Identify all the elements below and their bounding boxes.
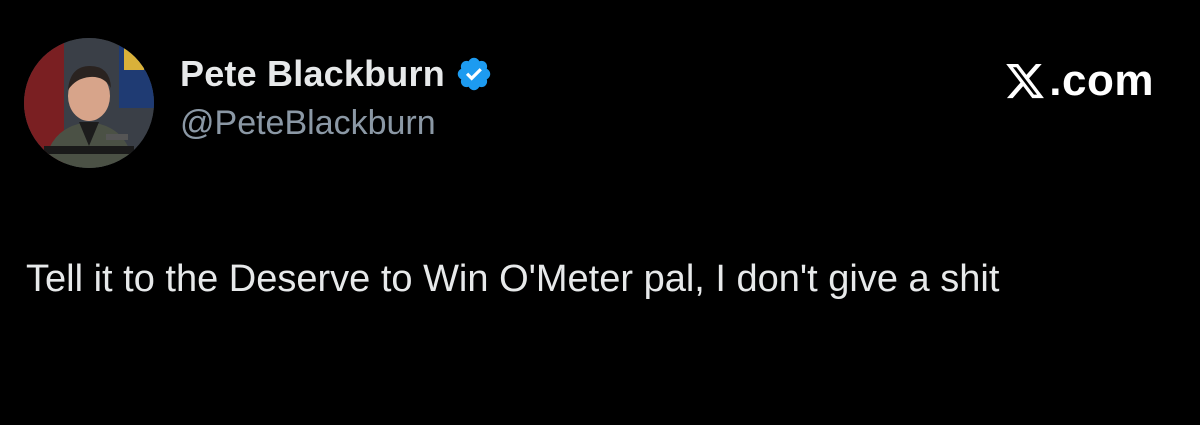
display-name[interactable]: Pete Blackburn [180,53,445,95]
name-row: Pete Blackburn [180,52,493,96]
x-logo-icon [1003,60,1047,102]
tweet-author: Pete Blackburn @PeteBlackburn [180,52,493,143]
user-handle[interactable]: @PeteBlackburn [180,104,493,143]
site-watermark: .com [1003,56,1154,106]
avatar[interactable] [24,38,154,168]
tweet-text: Tell it to the Deserve to Win O'Meter pa… [26,258,1000,300]
avatar-photo [24,38,154,168]
verified-badge-icon [455,55,493,93]
site-domain: .com [1049,56,1154,105]
tweet-card: Pete Blackburn @PeteBlackburn .com Tell … [0,0,1200,425]
